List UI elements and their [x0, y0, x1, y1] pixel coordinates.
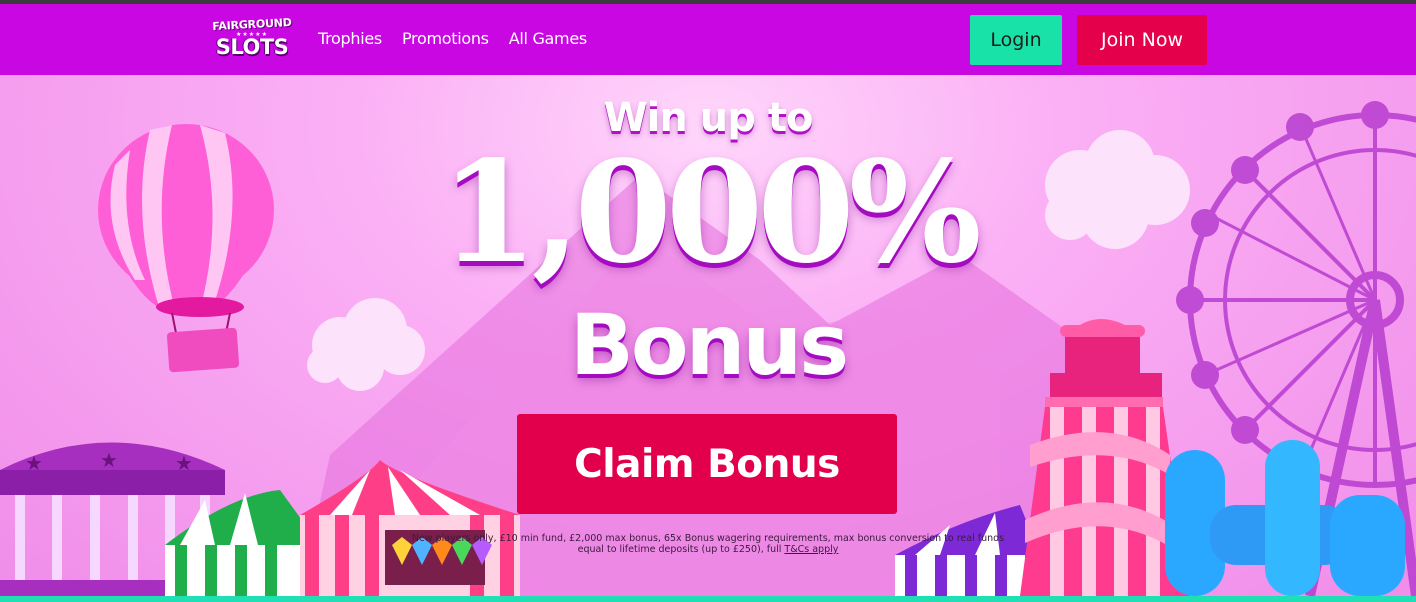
logo-bottom-text: SLOTS [215, 35, 289, 59]
svg-text:★: ★ [100, 448, 118, 472]
hero-banner: ★ ★ ★ Win up to 1,000% Bonus Claim Bonus… [0, 75, 1416, 596]
claim-bonus-button[interactable]: Claim Bonus [517, 414, 897, 514]
inflatable-castle-icon [1165, 440, 1405, 596]
main-nav: Trophies Promotions All Games [318, 29, 587, 48]
svg-text:★: ★ [175, 451, 193, 475]
headline-percentage: 1,000% [440, 131, 981, 295]
login-button[interactable]: Login [970, 15, 1062, 65]
fairground-slots-logo[interactable]: FAIRGROUND ★★★★★ SLOTS [208, 16, 296, 64]
svg-text:★: ★ [25, 451, 43, 475]
nav-link-promotions[interactable]: Promotions [402, 29, 489, 48]
tent-icon-green [165, 490, 320, 596]
headline-bonus: Bonus [569, 296, 849, 394]
terms-link[interactable]: T&Cs apply [784, 544, 838, 555]
nav-link-trophies[interactable]: Trophies [318, 29, 382, 48]
join-now-button[interactable]: Join Now [1077, 15, 1207, 65]
terms-text: New players only, £10 min fund, £2,000 m… [408, 533, 1008, 555]
bottom-accent-bar [0, 596, 1416, 602]
navbar: FAIRGROUND ★★★★★ SLOTS Trophies Promotio… [0, 4, 1416, 75]
terms-body: New players only, £10 min fund, £2,000 m… [411, 533, 1005, 555]
nav-link-all-games[interactable]: All Games [509, 29, 588, 48]
